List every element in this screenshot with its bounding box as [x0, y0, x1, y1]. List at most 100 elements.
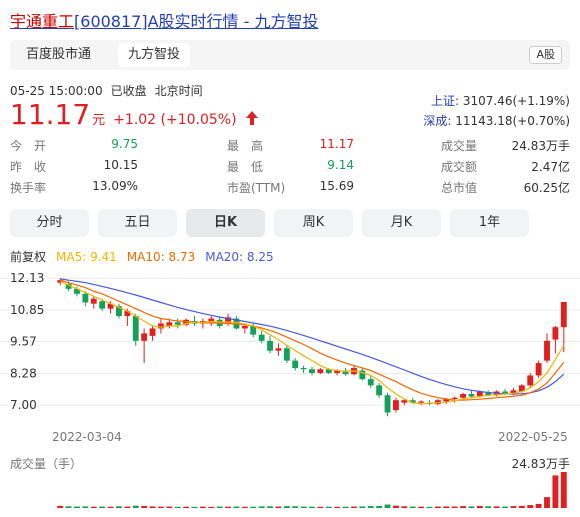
stock-name[interactable]: 宇通重工	[10, 12, 74, 31]
index-sh-link[interactable]: 上证:	[431, 94, 459, 108]
y-tick-label: 8.28	[10, 366, 37, 380]
volume-bar	[132, 505, 139, 508]
candle	[544, 340, 550, 361]
x-label-start: 2022-03-04	[52, 430, 122, 444]
stat-turnover-rate: 13.09%	[92, 179, 138, 193]
volume-bar	[57, 505, 64, 508]
candle	[82, 293, 89, 303]
volume-bar	[376, 505, 383, 508]
stat-label: 总市值	[441, 181, 478, 195]
volume-bar	[552, 475, 559, 508]
stat-open: 9.75	[111, 137, 138, 151]
candle	[460, 394, 467, 398]
volume-bar	[166, 506, 173, 508]
volume-bar	[527, 505, 534, 508]
volume-bar	[99, 506, 106, 508]
volume-bar	[216, 506, 223, 508]
price-block: 11.17 元 +1.02 (+10.05%)	[10, 98, 259, 131]
volume-bar	[334, 506, 341, 508]
period-weekly-button[interactable]: 周K	[274, 209, 353, 237]
tab-baidu[interactable]: 百度股市通	[16, 43, 101, 67]
market-badge[interactable]: A股	[529, 46, 562, 64]
period-daily-button[interactable]: 日K	[186, 209, 265, 237]
adjust-mode[interactable]: 前复权	[10, 250, 46, 264]
stat-label: 成交额	[441, 160, 478, 174]
stat-high: 11.17	[319, 137, 354, 151]
volume-bar	[384, 504, 391, 508]
stat-pe: 15.69	[319, 179, 354, 193]
candle	[317, 369, 324, 373]
period-1year-button[interactable]: 1年	[450, 209, 529, 237]
candle	[174, 322, 181, 325]
volume-bar	[149, 506, 156, 508]
candle	[132, 316, 139, 341]
stat-low: 9.14	[327, 158, 354, 172]
volume-bar	[351, 506, 357, 508]
candle	[275, 348, 282, 351]
period-monthly-button[interactable]: 月K	[362, 209, 441, 237]
page-title[interactable]: 宇通重工[600817]A股实时行情 - 九方智投	[10, 8, 318, 32]
volume-bar	[141, 505, 148, 508]
volume-bar	[82, 506, 89, 508]
volume-bar	[443, 506, 450, 508]
volume-bar	[116, 506, 122, 508]
volume-bar	[241, 506, 248, 508]
candle	[392, 400, 399, 411]
volume-bar	[401, 506, 408, 508]
trade-state: 已收盘	[110, 84, 147, 98]
volume-bar	[199, 506, 206, 508]
price-unit: 元	[92, 113, 106, 128]
candle	[300, 368, 307, 370]
volume-bar	[191, 506, 198, 508]
candle	[560, 301, 567, 328]
x-label-end: 2022-05-25	[498, 430, 568, 444]
volume-bar	[124, 506, 131, 508]
stat-label: 最 高	[227, 139, 264, 153]
y-tick-label: 9.57	[10, 335, 37, 349]
volume-bar	[258, 506, 265, 508]
volume-bar	[485, 506, 492, 508]
volume-bar	[300, 506, 307, 508]
candle	[376, 385, 383, 396]
up-arrow-icon	[245, 111, 258, 125]
candle	[367, 379, 374, 386]
y-tick-label: 10.85	[10, 303, 44, 317]
stat-label: 最 低	[227, 160, 264, 174]
volume-bar	[426, 506, 433, 508]
stat-label: 成交量	[441, 139, 478, 153]
candle	[527, 375, 534, 386]
period-intraday-button[interactable]: 分时	[10, 209, 89, 237]
candle	[401, 400, 408, 403]
last-price: 11.17	[10, 98, 91, 131]
volume-bar	[502, 506, 508, 508]
index-sz-link[interactable]: 深成:	[423, 114, 451, 128]
volume-bar	[392, 505, 399, 508]
candle	[451, 397, 458, 399]
ma-legend: 前复权 MA5: 9.41 MA10: 8.73 MA20: 8.25	[10, 248, 284, 265]
ma5-value: MA5: 9.41	[56, 250, 117, 264]
title-rest[interactable]: [600817]A股实时行情 - 九方智投	[74, 12, 318, 31]
timezone: 北京时间	[154, 84, 203, 98]
stat-market-cap: 60.25亿	[523, 181, 570, 195]
y-tick-label: 7.00	[10, 398, 37, 412]
stat-prev-close: 10.15	[103, 158, 138, 172]
stat-label: 今 开	[10, 139, 47, 153]
volume-bar	[174, 506, 181, 508]
candle	[292, 360, 299, 369]
volume-bar	[451, 506, 458, 508]
tab-jiufang[interactable]: 九方智投	[118, 43, 191, 67]
candle	[535, 363, 542, 376]
volume-bar	[183, 506, 190, 508]
candlestick-chart[interactable]: 12.13 10.85 9.57 8.28 7.00	[0, 268, 580, 430]
candle	[267, 340, 273, 351]
index-sh-value: 3107.46(+1.19%)	[462, 94, 570, 108]
period-5day-button[interactable]: 五日	[98, 209, 177, 237]
candle	[309, 369, 315, 373]
candle	[468, 394, 475, 397]
volume-bar	[233, 506, 240, 508]
stat-volume: 24.83万手	[511, 139, 570, 153]
ma20-value: MA20: 8.25	[205, 250, 274, 264]
volume-bar	[342, 506, 349, 508]
volume-bar	[225, 506, 232, 508]
candle	[141, 333, 148, 341]
